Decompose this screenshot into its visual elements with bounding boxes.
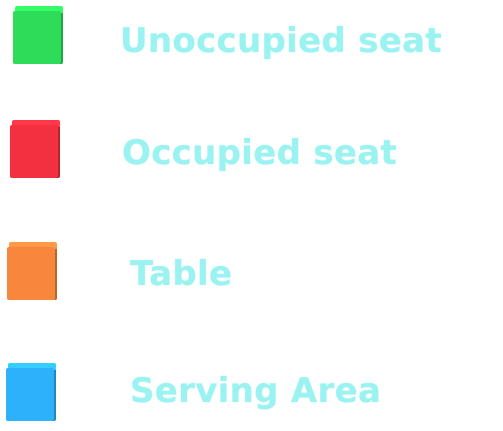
legend-item-table: Table (0, 240, 503, 310)
legend-label: Serving Area (130, 371, 382, 411)
legend-item-unoccupied-seat: Unoccupied seat (0, 5, 503, 75)
red-cube-icon (10, 120, 60, 178)
blue-cube-icon (6, 363, 56, 421)
legend-item-occupied-seat: Occupied seat (0, 120, 503, 190)
legend-label: Unoccupied seat (120, 21, 442, 61)
legend-label: Table (130, 254, 233, 294)
orange-cube-icon (7, 242, 57, 300)
green-cube-icon (13, 6, 63, 64)
legend-item-serving-area: Serving Area (0, 361, 503, 431)
legend: Unoccupied seat Occupied seat Table Serv… (0, 0, 503, 431)
legend-label: Occupied seat (122, 133, 398, 173)
